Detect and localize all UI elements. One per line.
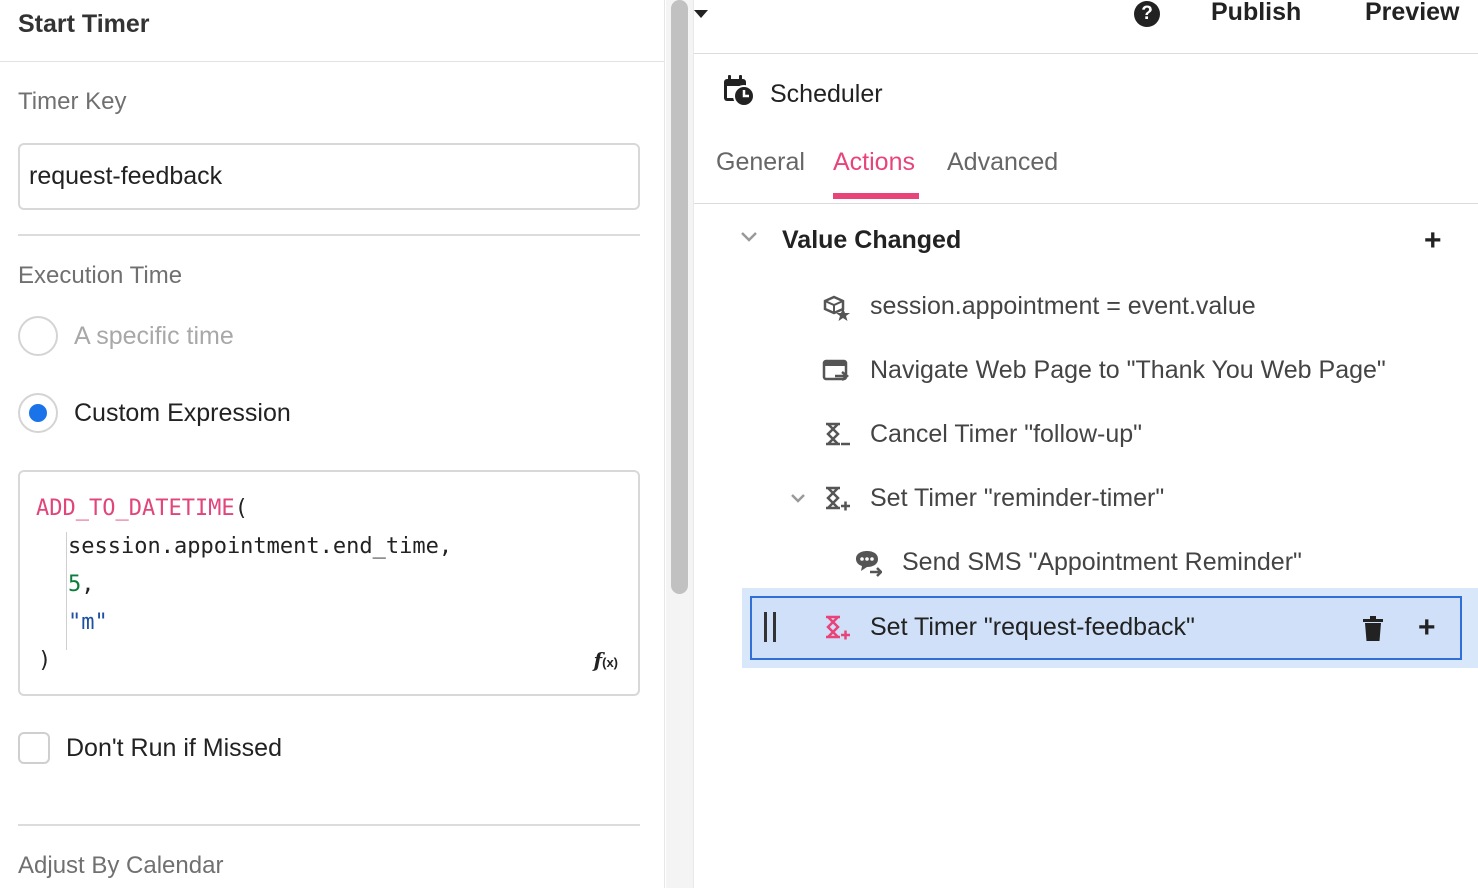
chevron-down-icon[interactable] bbox=[790, 492, 806, 510]
function-name: ADD_TO_DATETIME bbox=[36, 496, 235, 521]
adjust-by-calendar-label: Adjust By Calendar bbox=[18, 852, 224, 879]
code-line-1: ADD_TO_DATETIME( bbox=[36, 496, 248, 521]
action-label: Navigate Web Page to "Thank You Web Page… bbox=[870, 356, 1386, 384]
dont-run-if-missed[interactable]: Don't Run if Missed bbox=[18, 732, 282, 764]
number-literal: 5 bbox=[68, 572, 82, 597]
timer-key-input[interactable]: request-feedback bbox=[18, 143, 640, 210]
actions-list: Value Changed + session.appointment = ev… bbox=[694, 0, 1478, 888]
drag-handle-icon[interactable] bbox=[764, 612, 776, 642]
cancel-timer-icon bbox=[822, 421, 850, 449]
indent-guide bbox=[66, 532, 67, 650]
action-label: Set Timer "request-feedback" bbox=[870, 613, 1195, 641]
action-item[interactable]: session.appointment = event.value bbox=[822, 292, 1256, 321]
send-sms-icon bbox=[854, 549, 882, 577]
set-timer-icon bbox=[822, 485, 850, 513]
action-label: session.appointment = event.value bbox=[870, 292, 1256, 320]
execution-time-label: Execution Time bbox=[18, 262, 183, 289]
scrollbar-thumb[interactable] bbox=[671, 0, 688, 594]
divider bbox=[18, 234, 640, 236]
function-icon[interactable]: f(x) bbox=[594, 648, 619, 672]
divider bbox=[18, 824, 640, 826]
action-label: Cancel Timer "follow-up" bbox=[870, 420, 1143, 448]
action-content: Set Timer "request-feedback" bbox=[822, 613, 1195, 642]
radio-button[interactable] bbox=[18, 316, 58, 356]
timer-key-label: Timer Key bbox=[18, 88, 127, 115]
code-arg-2: 5, bbox=[68, 572, 95, 597]
add-action-icon[interactable]: + bbox=[1418, 613, 1436, 643]
trash-icon[interactable] bbox=[1362, 616, 1384, 647]
event-group-header[interactable]: Value Changed + bbox=[738, 222, 1478, 262]
open-paren: ( bbox=[234, 496, 248, 521]
radio-label: A specific time bbox=[74, 321, 234, 350]
set-timer-icon bbox=[822, 614, 850, 642]
code-arg-1: session.appointment.end_time, bbox=[68, 534, 453, 559]
radio-specific-time[interactable]: A specific time bbox=[18, 316, 234, 356]
variable-star-icon bbox=[822, 293, 850, 321]
panel-title: Start Timer bbox=[18, 10, 150, 38]
action-item-nested[interactable]: Send SMS "Appointment Reminder" bbox=[854, 548, 1302, 577]
chevron-down-icon[interactable] bbox=[740, 230, 758, 248]
radio-label: Custom Expression bbox=[74, 398, 291, 427]
close-paren: ) bbox=[38, 648, 52, 673]
event-group-title: Value Changed bbox=[782, 226, 962, 254]
code-arg-3: "m" bbox=[68, 610, 108, 635]
comma: , bbox=[81, 572, 95, 597]
add-action-icon[interactable]: + bbox=[1424, 226, 1442, 256]
panel-header: Start Timer bbox=[0, 0, 664, 62]
radio-button-selected[interactable] bbox=[18, 393, 58, 433]
action-item[interactable]: Cancel Timer "follow-up" bbox=[822, 420, 1142, 449]
selected-action-item[interactable]: Set Timer "request-feedback" + bbox=[750, 596, 1462, 660]
expression-editor[interactable]: ADD_TO_DATETIME( session.appointment.end… bbox=[18, 470, 640, 696]
navigate-page-icon bbox=[822, 357, 850, 385]
radio-custom-expression[interactable]: Custom Expression bbox=[18, 393, 291, 433]
action-label: Send SMS "Appointment Reminder" bbox=[902, 548, 1302, 576]
action-item[interactable]: Navigate Web Page to "Thank You Web Page… bbox=[822, 356, 1386, 385]
action-label: Set Timer "reminder-timer" bbox=[870, 484, 1165, 512]
start-timer-panel: Start Timer Timer Key request-feedback E… bbox=[0, 0, 665, 888]
action-item[interactable]: Set Timer "reminder-timer" bbox=[822, 484, 1164, 513]
checkbox-label: Don't Run if Missed bbox=[66, 733, 282, 762]
checkbox[interactable] bbox=[18, 732, 50, 764]
